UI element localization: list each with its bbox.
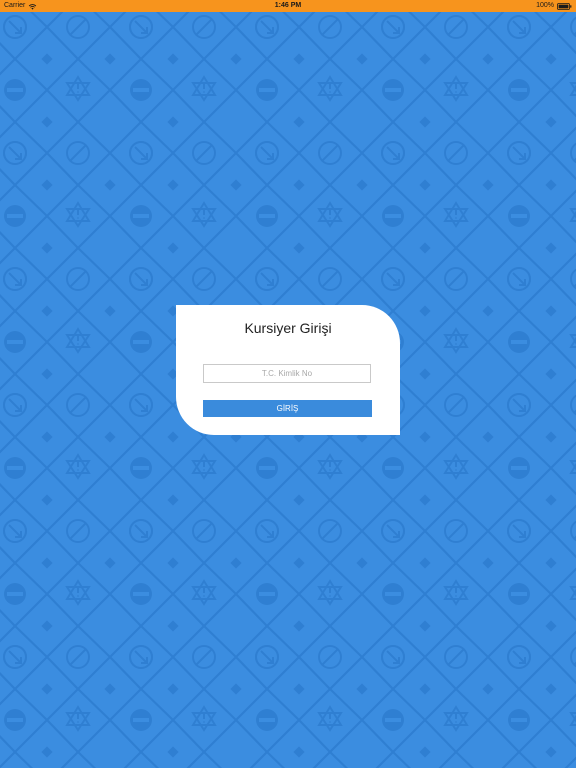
battery-percentage: 100% [536,2,554,9]
status-right: 100% [536,0,572,12]
tc-kimlik-input[interactable] [203,364,371,383]
login-card: Kursiyer Girişi GİRİŞ [176,305,400,435]
status-time: 1:46 PM [274,2,302,9]
login-title: Kursiyer Girişi [244,320,332,336]
login-screen: Carrier 1:46 PM 100% Kursiyer Girişi T.C… [0,0,576,768]
status-bar: Carrier 1:46 PM 100% [0,0,576,12]
battery-icon [557,2,572,10]
login-button[interactable]: GİRİŞ [203,400,372,417]
